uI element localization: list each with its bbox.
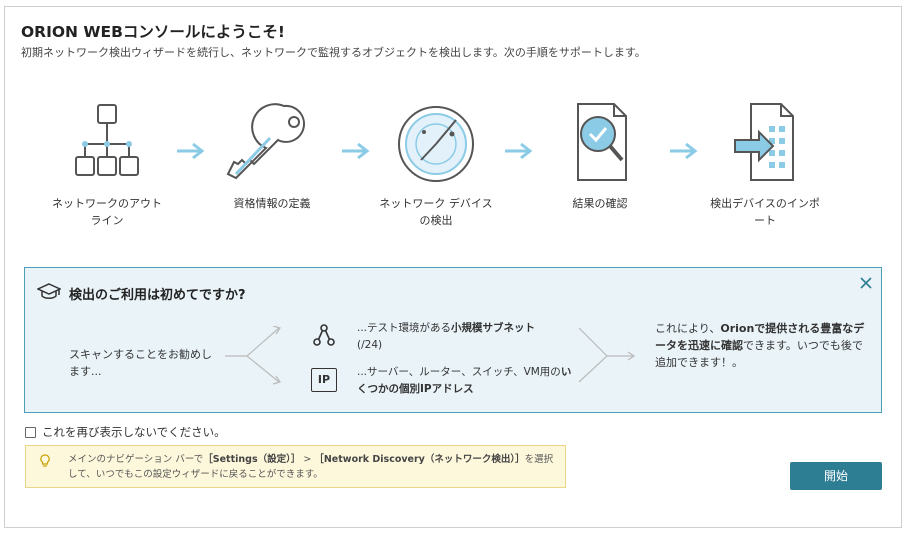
step-import-devices: 検出デバイスのインポート — [705, 102, 825, 227]
first-time-info-box: 検出のご利用は初めてですか? スキャンすることをお勧めします... ...テスト… — [24, 267, 882, 413]
info-title: 検出のご利用は初めてですか? — [69, 288, 246, 303]
dont-show-again-checkbox[interactable] — [25, 426, 36, 438]
start-button[interactable]: 開始 — [790, 462, 882, 490]
scan-recommendation: スキャンすることをお勧めします... — [69, 348, 212, 378]
import-icon — [734, 103, 794, 181]
step-network-outline: ネットワークのアウトライン — [47, 102, 167, 227]
option-subnet: ...テスト環境がある小規模サブネット (/24) — [357, 322, 536, 351]
arrow-right-icon — [670, 142, 698, 160]
step-discover-devices: ネットワーク デバイスの検出 — [376, 102, 496, 227]
step-label: ネットワークのアウトライン — [52, 197, 162, 227]
radar-icon — [398, 106, 474, 182]
page-subtitle: 初期ネットワーク検出ウィザードを続行し、ネットワークで監視するオブジェクトを検出… — [21, 46, 646, 59]
welcome-panel: ORION WEBコンソールにようこそ! 初期ネットワーク検出ウィザードを続行し… — [4, 6, 902, 528]
step-credentials: 資格情報の定義 — [212, 102, 332, 210]
step-label: 検出デバイスのインポート — [710, 197, 820, 227]
step-review-results: 結果の確認 — [540, 102, 660, 210]
arrow-right-icon — [505, 142, 533, 160]
navigation-hint: メインのナビゲーション バーで［Settings（設定）］ > ［Network… — [25, 445, 566, 488]
merge-connector-icon — [578, 327, 636, 383]
key-icon — [226, 103, 305, 180]
step-label: ネットワーク デバイスの検出 — [379, 197, 493, 227]
hint-text: メインのナビゲーション バーで［Settings（設定）］ > ［Network… — [68, 454, 554, 480]
branch-connector-icon — [225, 326, 281, 385]
network-outline-icon — [75, 104, 139, 176]
step-label: 資格情報の定義 — [233, 197, 311, 210]
page-title: ORION WEBコンソールにようこそ! — [21, 23, 285, 41]
option-ip-addresses: ...サーバー、ルーター、スイッチ、VM用のいくつかの個別IPアドレス — [357, 366, 572, 395]
dont-show-again-row[interactable]: これを再び表示しないでください。 — [25, 424, 226, 440]
dont-show-again-label: これを再び表示しないでください。 — [42, 425, 226, 439]
subnet-icon — [313, 324, 335, 346]
lightbulb-icon — [40, 454, 50, 467]
arrow-right-icon — [177, 142, 205, 160]
ip-address-icon: IP — [311, 368, 337, 392]
graduation-cap-icon — [37, 283, 61, 299]
arrow-right-icon — [342, 142, 370, 160]
close-icon[interactable] — [859, 276, 873, 290]
document-check-icon — [577, 103, 627, 181]
result-description: これにより、Orionで提供される豊富なデータを迅速に確認できます。いつでも後で… — [655, 322, 865, 369]
step-label: 結果の確認 — [572, 197, 628, 210]
